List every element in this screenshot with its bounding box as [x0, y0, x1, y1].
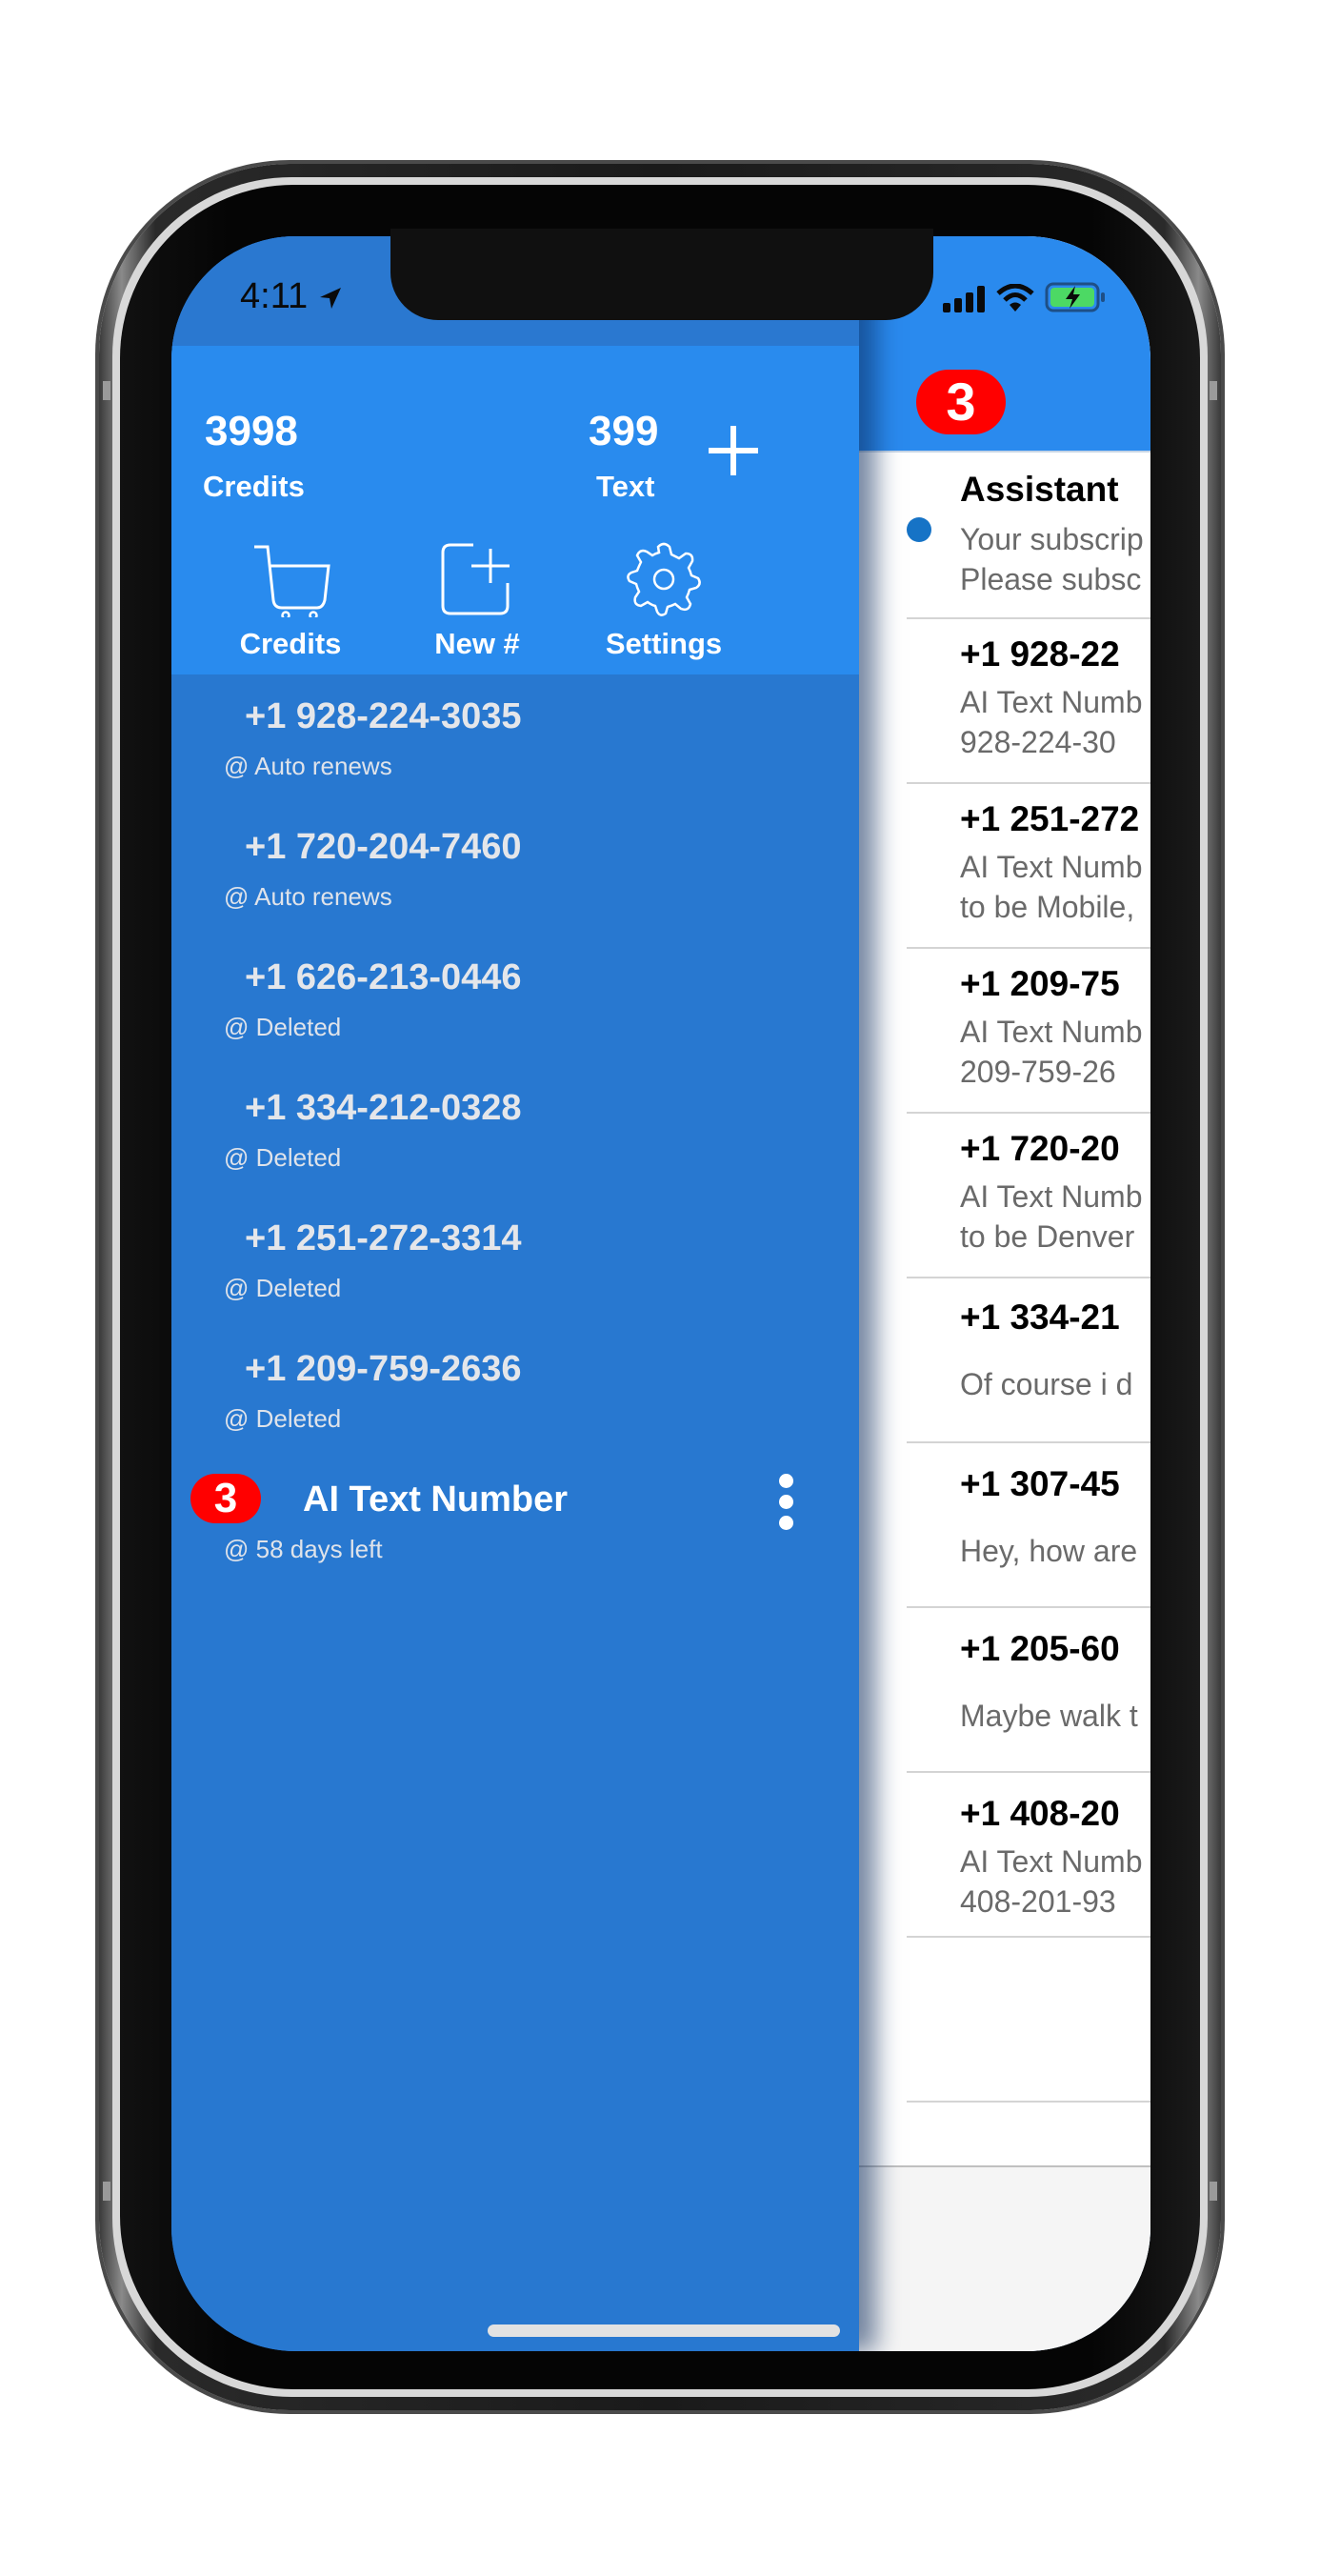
divider: [907, 1441, 1150, 1443]
number-list-item[interactable]: +1 334-212-0328 @ Deleted: [171, 1088, 859, 1218]
conversation-name: +1 334-21: [960, 1298, 1120, 1337]
divider: [907, 1112, 1150, 1114]
active-number-status: @ 58 days left: [224, 1535, 383, 1563]
number-status: @ Deleted: [224, 1404, 342, 1433]
conversation-preview: Maybe walk t: [960, 1699, 1138, 1733]
number-phone: +1 720-204-7460: [245, 827, 522, 867]
number-phone: +1 626-213-0446: [245, 957, 522, 997]
gear-icon: [627, 542, 701, 616]
status-time-text: 4:11: [240, 276, 309, 316]
divider: [907, 1936, 1150, 1938]
active-number-title: AI Text Number: [303, 1479, 569, 1519]
conversation-preview: AI Text Numb to be Mobile,: [960, 850, 1143, 924]
divider: [907, 947, 1150, 949]
drawer-header: 3998 Credits 399 Text Credits New # Sett…: [171, 346, 859, 674]
credits-action-label: Credits: [239, 627, 342, 660]
conversation-preview: Of course i d: [960, 1367, 1133, 1401]
shopping-cart-icon: [254, 545, 330, 617]
status-time: 4:11: [240, 276, 343, 317]
conversation-panel: 3 Assistant Your subscrip Please subsc +…: [859, 236, 1150, 2351]
conversation-name: +1 209-75: [960, 964, 1120, 1003]
conversation-footer: [859, 2165, 1150, 2351]
conversation-preview: AI Text Numb 209-759-26: [960, 1015, 1143, 1089]
new-number-button[interactable]: New #: [396, 541, 558, 661]
divider: [907, 782, 1150, 784]
unread-count-badge[interactable]: 3: [916, 370, 1006, 434]
credits-label: Credits: [203, 470, 305, 503]
conversation-name: +1 307-45: [960, 1464, 1120, 1503]
divider: [907, 1771, 1150, 1773]
side-button: [103, 381, 110, 400]
credits-action-button[interactable]: Credits: [210, 541, 371, 661]
text-value: 399: [589, 408, 659, 454]
number-phone: +1 209-759-2636: [245, 1349, 522, 1389]
conversation-name: +1 928-22: [960, 634, 1120, 674]
unread-dot-icon: [907, 517, 931, 542]
number-status: @ Deleted: [224, 1143, 342, 1172]
location-arrow-icon: [319, 287, 341, 309]
new-number-label: New #: [434, 627, 520, 660]
status-icons: [943, 282, 1108, 317]
unread-count-badge: 3: [190, 1474, 261, 1523]
credits-value: 3998: [205, 408, 298, 454]
divider: [907, 617, 1150, 619]
home-indicator[interactable]: [488, 2324, 840, 2337]
settings-button[interactable]: Settings: [583, 541, 745, 661]
side-button: [1210, 2182, 1217, 2201]
number-list-item[interactable]: +1 928-224-3035 @ Auto renews: [171, 696, 859, 827]
number-list-item[interactable]: +1 626-213-0446 @ Deleted: [171, 957, 859, 1088]
side-button: [103, 2182, 110, 2201]
number-list-item[interactable]: +1 209-759-2636 @ Deleted: [171, 1349, 859, 1479]
number-status: @ Auto renews: [224, 752, 392, 780]
number-phone: +1 251-272-3314: [245, 1218, 522, 1258]
more-vertical-icon[interactable]: [771, 1474, 800, 1540]
conversation-name: +1 251-272: [960, 799, 1140, 838]
new-number-icon: [441, 543, 510, 615]
screen: 3 Assistant Your subscrip Please subsc +…: [171, 236, 1150, 2351]
active-number-item[interactable]: 3 AI Text Number @ 58 days left: [171, 1474, 859, 1610]
number-list-item[interactable]: +1 251-272-3314 @ Deleted: [171, 1218, 859, 1349]
conversation-name: Assistant: [960, 470, 1119, 509]
number-phone: +1 928-224-3035: [245, 696, 522, 736]
side-button: [1210, 381, 1217, 400]
conversation-preview: Your subscrip Please subsc: [960, 522, 1144, 596]
conversation-name: +1 205-60: [960, 1629, 1120, 1668]
conversation-preview: AI Text Numb to be Denver: [960, 1179, 1143, 1254]
add-button[interactable]: [705, 422, 762, 479]
side-drawer: 3998 Credits 399 Text Credits New # Sett…: [171, 236, 859, 2351]
divider: [907, 2101, 1150, 2103]
number-status: @ Deleted: [224, 1013, 342, 1041]
number-list-item[interactable]: +1 720-204-7460 @ Auto renews: [171, 827, 859, 957]
conversation-preview: Hey, how are: [960, 1534, 1138, 1568]
conversation-name: +1 408-20: [960, 1794, 1120, 1833]
notch: [390, 229, 933, 320]
divider: [907, 1277, 1150, 1278]
number-status: @ Auto renews: [224, 882, 392, 911]
battery-charging-icon: [1045, 282, 1105, 312]
conversation-preview: AI Text Numb 408-201-93: [960, 1844, 1143, 1919]
conversation-preview: AI Text Numb 928-224-30: [960, 685, 1143, 759]
text-label: Text: [596, 470, 655, 503]
settings-label: Settings: [605, 627, 723, 660]
conversation-name: +1 720-20: [960, 1129, 1120, 1168]
number-phone: +1 334-212-0328: [245, 1088, 522, 1128]
divider: [907, 1606, 1150, 1608]
plus-icon: [709, 426, 758, 475]
number-status: @ Deleted: [224, 1274, 342, 1302]
cellular-signal-icon: [943, 286, 985, 312]
wifi-icon: [996, 283, 1035, 312]
